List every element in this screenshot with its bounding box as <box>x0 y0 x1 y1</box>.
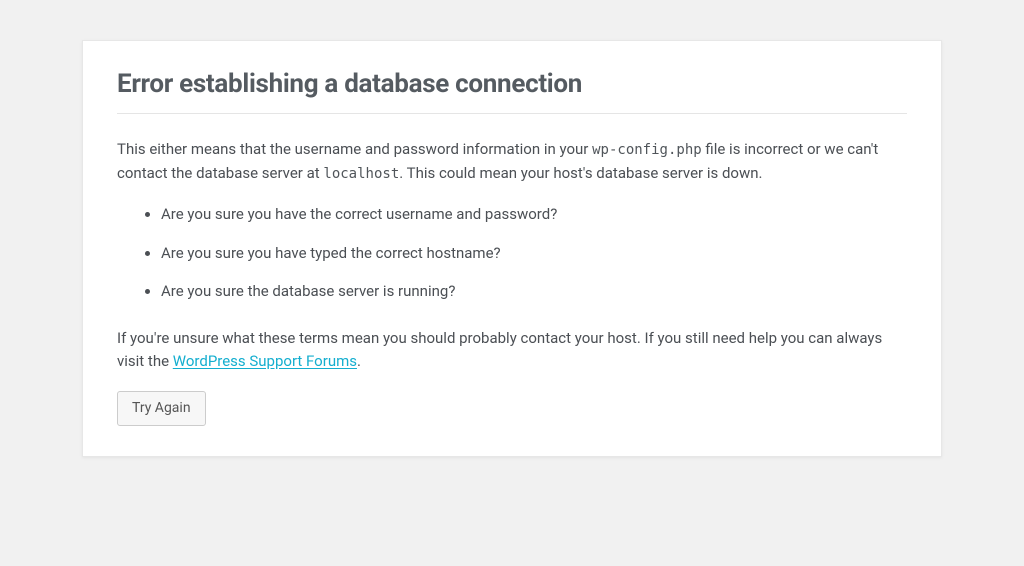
outro-text-post: . <box>357 352 361 370</box>
list-item: Are you sure the database server is runn… <box>161 280 907 303</box>
try-again-button[interactable]: Try Again <box>117 391 206 426</box>
error-card: Error establishing a database connection… <box>82 40 942 457</box>
error-intro-paragraph: This either means that the username and … <box>117 138 907 185</box>
list-item: Are you sure you have typed the correct … <box>161 242 907 265</box>
error-checklist: Are you sure you have the correct userna… <box>117 203 907 303</box>
host-code: localhost <box>323 166 399 182</box>
list-item: Are you sure you have the correct userna… <box>161 203 907 226</box>
error-outro-paragraph: If you're unsure what these terms mean y… <box>117 327 907 374</box>
intro-text-pre: This either means that the username and … <box>117 140 592 158</box>
intro-text-post: . This could mean your host's database s… <box>399 164 762 182</box>
config-file-code: wp-config.php <box>592 142 702 158</box>
error-title: Error establishing a database connection <box>117 69 907 114</box>
button-row: Try Again <box>117 391 907 426</box>
support-forums-link[interactable]: WordPress Support Forums <box>173 352 357 370</box>
